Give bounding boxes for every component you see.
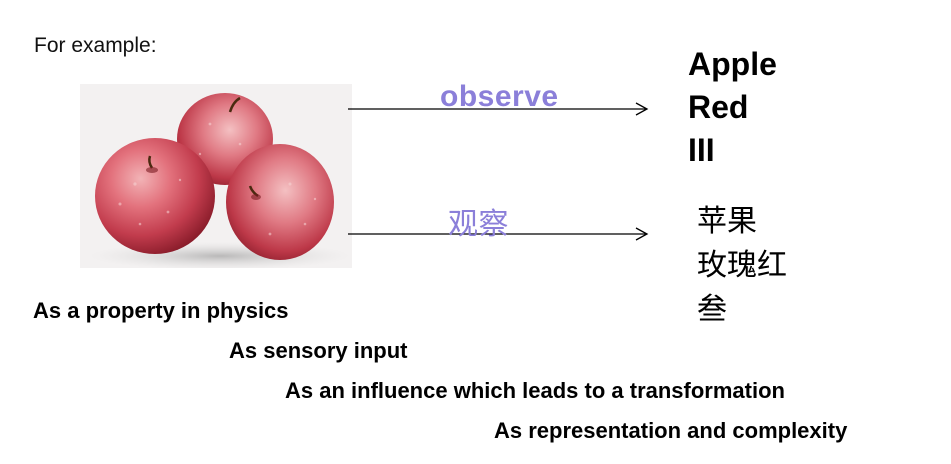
result-three-zh: 叁: [697, 292, 727, 327]
result-list-zh: 苹果 玫瑰红 叁: [697, 200, 787, 332]
result-apple-zh: 苹果: [697, 204, 757, 239]
result-red: Red: [688, 89, 749, 125]
aspect-transformation: As an influence which leads to a transfo…: [285, 378, 785, 403]
aspect-physics: As a property in physics: [33, 298, 289, 323]
aspect-sensory: As sensory input: [229, 338, 408, 363]
intro-text: For example:: [34, 34, 157, 57]
aspect-representation: As representation and complexity: [494, 418, 848, 443]
result-red-zh: 玫瑰红: [697, 248, 787, 283]
observe-label: observe: [440, 80, 559, 113]
result-three: III: [688, 132, 715, 168]
observe-zh-label: 观察: [448, 207, 509, 242]
apple-left: [95, 138, 215, 254]
result-list-en: Apple Red III: [688, 43, 777, 172]
apples-image: [80, 84, 352, 268]
result-apple: Apple: [688, 46, 777, 82]
apple-right: [226, 144, 334, 260]
